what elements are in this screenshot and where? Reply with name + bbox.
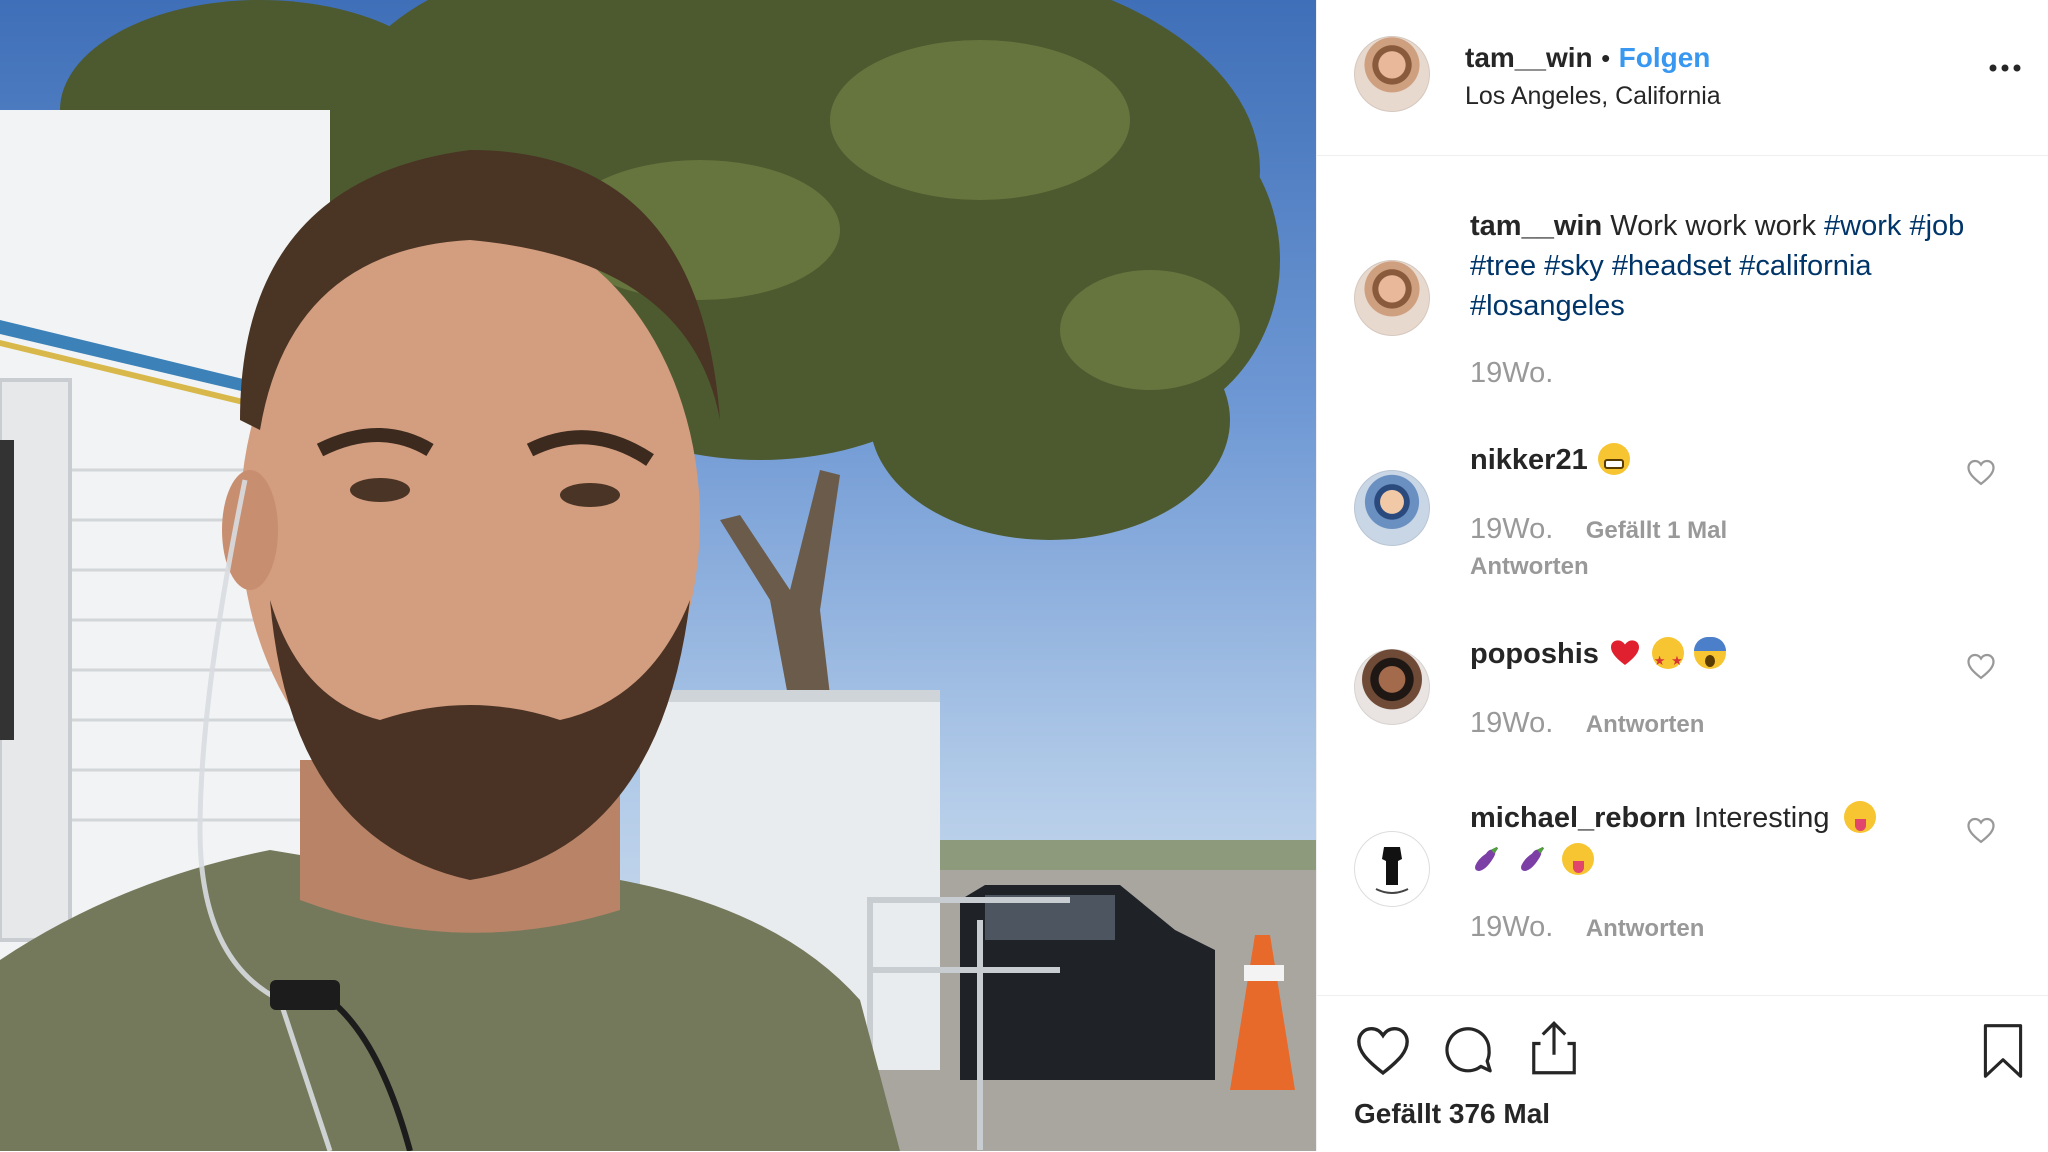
- share-icon[interactable]: [1527, 1018, 1581, 1078]
- header-separator: •: [1601, 43, 1611, 73]
- comment-username[interactable]: michael_reborn: [1470, 802, 1686, 834]
- comment-heart-icon[interactable]: [1966, 652, 1996, 680]
- heart-icon[interactable]: [1354, 1023, 1412, 1077]
- author-line: tam__win • Folgen: [1465, 42, 1710, 74]
- comment-item: nikker21: [1470, 440, 1631, 485]
- comment-heart-icon[interactable]: [1966, 816, 1996, 844]
- comment-avatar[interactable]: [1354, 649, 1430, 725]
- comment-icon[interactable]: [1440, 1023, 1496, 1079]
- caption: tam__win Work work work #work #job #tree…: [1470, 206, 2010, 326]
- post-header: tam__win • Folgen Los Angeles, Californi…: [1317, 0, 2048, 156]
- comment-item: poposhis: [1470, 634, 1727, 681]
- hashtag-link[interactable]: #losangeles: [1470, 290, 1625, 322]
- likes-count[interactable]: Gefällt 376 Mal: [1354, 1098, 1550, 1130]
- eggplant-icon: [1470, 843, 1502, 875]
- comment-time[interactable]: 19Wo.: [1470, 513, 1553, 545]
- comment-meta: 19Wo. Gefällt 1 Mal: [1470, 513, 1727, 546]
- screaming-face-icon: [1694, 637, 1727, 669]
- post-actions: Gefällt 376 Mal: [1317, 995, 2048, 1152]
- author-username[interactable]: tam__win: [1465, 42, 1593, 73]
- tongue-face-icon: [1843, 801, 1876, 833]
- follow-button[interactable]: Folgen: [1619, 42, 1711, 73]
- hashtag-link[interactable]: #sky: [1544, 250, 1604, 282]
- reply-button[interactable]: Antworten: [1586, 915, 1705, 942]
- caption-text: Work work work: [1610, 210, 1816, 242]
- grinning-face-icon: [1598, 443, 1631, 475]
- author-avatar[interactable]: [1354, 36, 1430, 112]
- hashtag-link[interactable]: #california: [1739, 250, 1871, 282]
- reply-button[interactable]: Antworten: [1470, 553, 1589, 581]
- reply-button[interactable]: Antworten: [1586, 711, 1705, 738]
- comment-username[interactable]: nikker21: [1470, 444, 1588, 476]
- bookmark-icon[interactable]: [1981, 1021, 2025, 1081]
- comment-avatar[interactable]: [1354, 831, 1430, 907]
- hashtag-link[interactable]: #work: [1824, 210, 1901, 242]
- comment-time[interactable]: 19Wo.: [1470, 707, 1553, 739]
- comment-time[interactable]: 19Wo.: [1470, 911, 1553, 943]
- caption-username[interactable]: tam__win: [1470, 210, 1602, 242]
- tongue-face-icon: [1562, 843, 1595, 875]
- comment-meta: 19Wo. Antworten: [1470, 707, 1704, 740]
- comment-text: Interesting: [1694, 802, 1830, 834]
- comment-likes[interactable]: Gefällt 1 Mal: [1586, 517, 1727, 544]
- selfie-image: [0, 0, 1316, 1151]
- hashtag-link[interactable]: #tree: [1470, 250, 1536, 282]
- comment-avatar[interactable]: [1354, 470, 1430, 546]
- comment-meta: 19Wo. Antworten: [1470, 911, 1704, 944]
- red-heart-icon: [1609, 637, 1641, 669]
- eggplant-icon: [1516, 843, 1548, 875]
- more-horizontal-icon[interactable]: [1985, 58, 2025, 78]
- hashtag-link[interactable]: #headset: [1612, 250, 1731, 282]
- location-link[interactable]: Los Angeles, California: [1465, 82, 1721, 111]
- comment-heart-icon[interactable]: [1966, 458, 1996, 486]
- comment-username[interactable]: poposhis: [1470, 638, 1599, 670]
- hashtag-link[interactable]: #job: [1909, 210, 1964, 242]
- caption-avatar[interactable]: [1354, 260, 1430, 336]
- post-sidebar: tam__win • Folgen Los Angeles, Californi…: [1316, 0, 2048, 1151]
- caption-time[interactable]: 19Wo.: [1470, 357, 1553, 390]
- post-photo[interactable]: [0, 0, 1316, 1151]
- comment-item: michael_reborn Interesting: [1470, 797, 1940, 881]
- star-struck-icon: [1651, 637, 1684, 681]
